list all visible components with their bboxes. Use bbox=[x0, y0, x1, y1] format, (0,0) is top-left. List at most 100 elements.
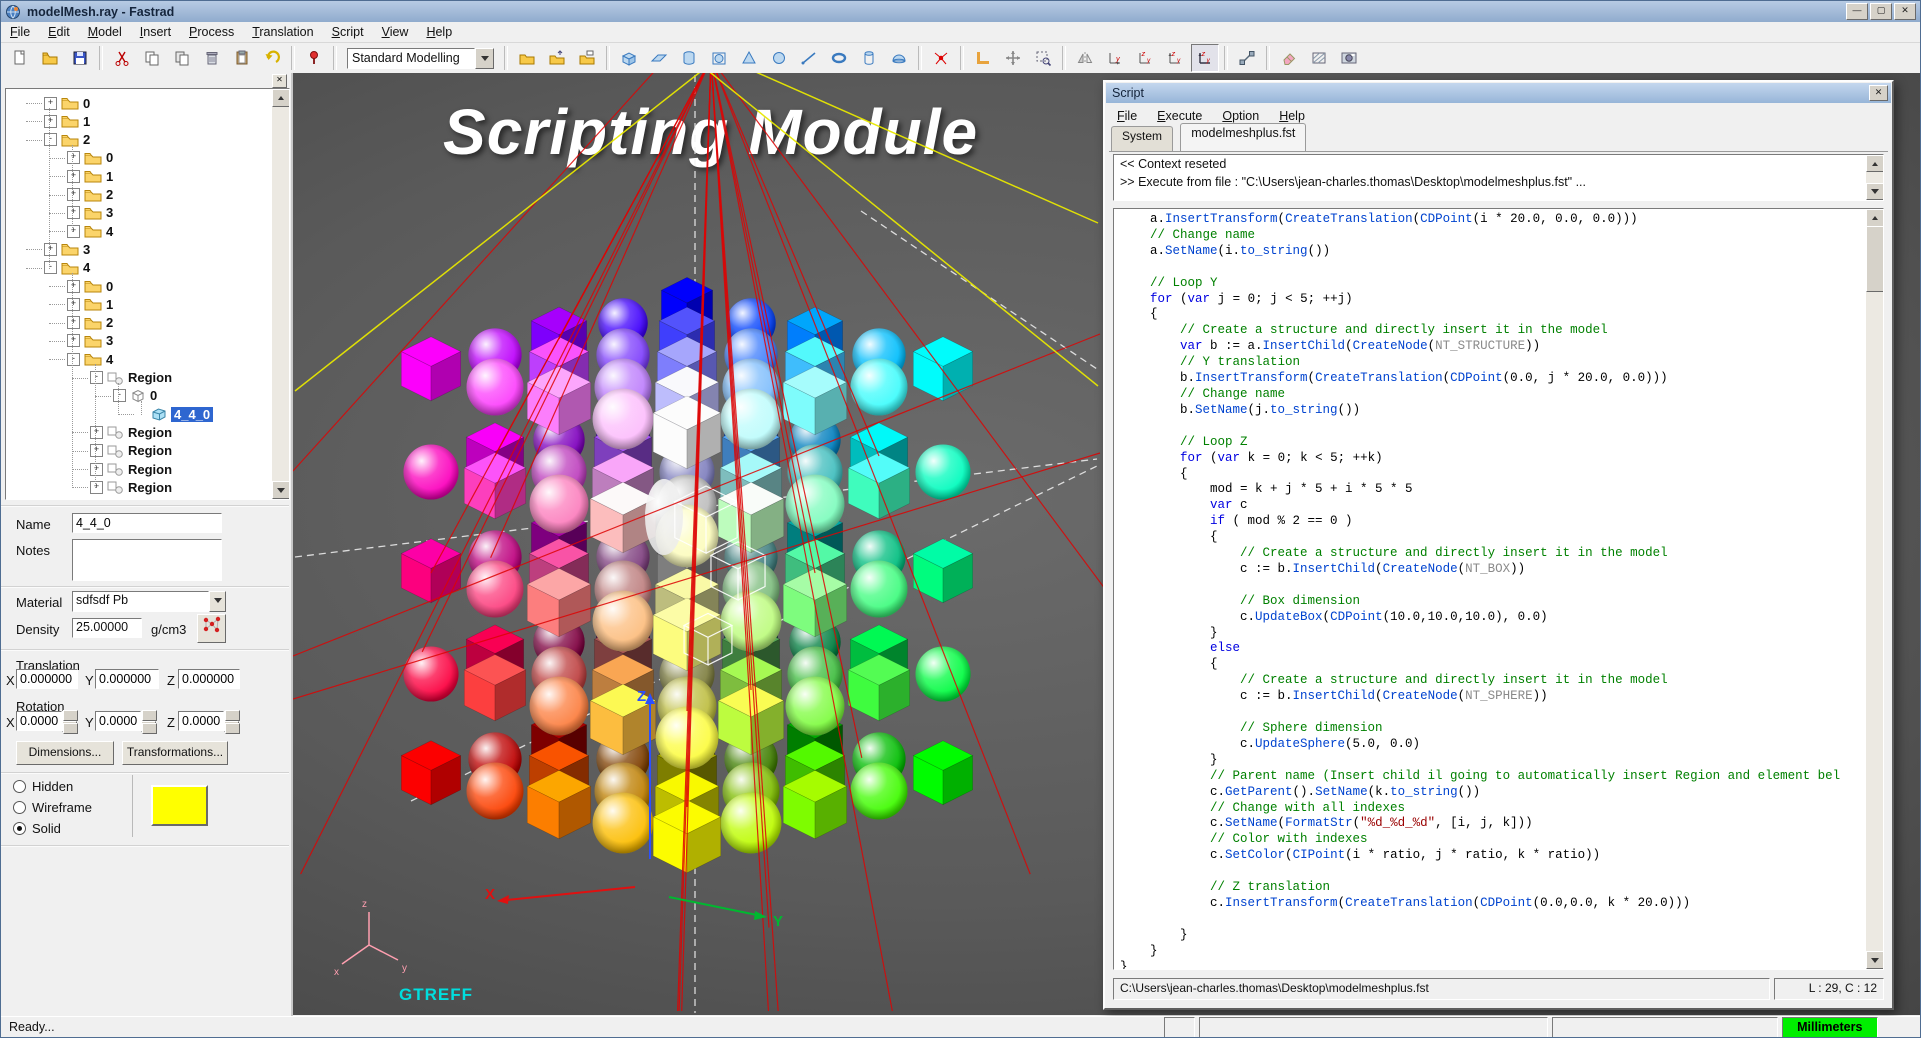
expand-icon[interactable]: + bbox=[44, 115, 57, 128]
menu-translation[interactable]: Translation bbox=[243, 23, 322, 41]
tree-item-1[interactable]: +1 bbox=[67, 167, 113, 185]
modelling-mode-select[interactable]: Standard Modelling bbox=[347, 48, 494, 69]
tree-item-0[interactable]: +0 bbox=[67, 277, 113, 295]
tree-item-4[interactable]: -4 bbox=[67, 350, 113, 368]
color-swatch-button[interactable] bbox=[151, 785, 208, 826]
scene-object[interactable] bbox=[403, 444, 458, 499]
name-input[interactable] bbox=[72, 513, 222, 533]
scatter-points-button[interactable] bbox=[927, 44, 955, 72]
eraser-button[interactable] bbox=[1275, 44, 1303, 72]
tree-item-3[interactable]: +3 bbox=[67, 204, 113, 222]
tree-item-region[interactable]: +Region bbox=[90, 423, 172, 441]
scene-object[interactable] bbox=[593, 591, 654, 652]
scene-object[interactable] bbox=[915, 444, 970, 499]
combo-dropdown-icon[interactable] bbox=[475, 48, 494, 69]
menu-edit[interactable]: Edit bbox=[39, 23, 79, 41]
tree-item-2[interactable]: +2 bbox=[67, 314, 113, 332]
move-tool-button[interactable] bbox=[999, 44, 1027, 72]
menu-view[interactable]: View bbox=[373, 23, 418, 41]
translation-y-input[interactable] bbox=[95, 669, 159, 689]
expand-icon[interactable]: + bbox=[67, 316, 80, 329]
rotation-y-input[interactable] bbox=[95, 711, 141, 731]
translation-z-input[interactable] bbox=[178, 669, 240, 689]
material-editor-button[interactable] bbox=[197, 614, 226, 643]
rotation-x-spinner[interactable] bbox=[62, 711, 76, 731]
rotation-y-spinner[interactable] bbox=[141, 711, 155, 731]
rotate-y-button[interactable]: y bbox=[1101, 44, 1129, 72]
close-button[interactable]: ✕ bbox=[1894, 3, 1916, 20]
translate-z-button[interactable]: zy bbox=[1161, 44, 1189, 72]
scene-object[interactable] bbox=[593, 793, 654, 854]
expand-icon[interactable]: + bbox=[90, 481, 103, 494]
copy-button[interactable] bbox=[138, 44, 166, 72]
shape-torus-button[interactable] bbox=[825, 44, 853, 72]
tree-item-2[interactable]: +2 bbox=[67, 186, 113, 204]
scene-object[interactable] bbox=[851, 763, 908, 820]
scene-object[interactable] bbox=[467, 763, 524, 820]
menu-help[interactable]: Help bbox=[417, 23, 461, 41]
menu-model[interactable]: Model bbox=[79, 23, 131, 41]
tree-item-region[interactable]: +Region bbox=[90, 460, 172, 478]
tree-item-0[interactable]: +0 bbox=[67, 149, 113, 167]
scroll-down-icon[interactable] bbox=[1866, 183, 1884, 200]
script-editor[interactable]: a.InsertTransform(CreateTranslation(CDPo… bbox=[1113, 208, 1884, 970]
link-measure-button[interactable] bbox=[1233, 44, 1261, 72]
expand-icon[interactable]: + bbox=[67, 206, 80, 219]
scene-object[interactable] bbox=[467, 561, 524, 618]
expand-icon[interactable]: + bbox=[67, 225, 80, 238]
shape-sphere-box-button[interactable] bbox=[705, 44, 733, 72]
mirror-button[interactable] bbox=[1071, 44, 1099, 72]
radio-wireframe[interactable]: Wireframe bbox=[13, 800, 92, 815]
expand-icon[interactable]: + bbox=[67, 334, 80, 347]
expand-icon[interactable]: + bbox=[67, 170, 80, 183]
scene-object[interactable] bbox=[530, 475, 589, 534]
tree-item-region[interactable]: +Region bbox=[90, 478, 172, 496]
script-menu-option[interactable]: Option bbox=[1212, 107, 1269, 125]
menu-script[interactable]: Script bbox=[323, 23, 373, 41]
expand-icon[interactable]: + bbox=[67, 280, 80, 293]
undo-button[interactable] bbox=[258, 44, 286, 72]
open-file-button[interactable] bbox=[36, 44, 64, 72]
material-select[interactable]: sdfsdf Pb bbox=[72, 591, 209, 612]
maximize-button[interactable]: ▢ bbox=[1870, 3, 1892, 20]
scene-object[interactable] bbox=[913, 539, 972, 603]
launch-process-button[interactable] bbox=[300, 44, 328, 72]
expand-icon[interactable]: + bbox=[67, 188, 80, 201]
radio-solid[interactable]: Solid bbox=[13, 821, 61, 836]
script-menu-execute[interactable]: Execute bbox=[1147, 107, 1212, 125]
expand-icon[interactable]: + bbox=[90, 463, 103, 476]
expand-icon[interactable]: + bbox=[44, 97, 57, 110]
rotation-z-spinner[interactable] bbox=[224, 711, 238, 731]
notes-input[interactable] bbox=[72, 539, 222, 581]
tree-item-3[interactable]: +3 bbox=[44, 240, 90, 258]
collapse-icon[interactable]: - bbox=[113, 389, 126, 402]
transformations-button[interactable]: Transformations... bbox=[122, 741, 228, 765]
scene-object[interactable] bbox=[721, 793, 782, 854]
collapse-icon[interactable]: - bbox=[44, 133, 57, 146]
collapse-icon[interactable]: - bbox=[67, 353, 80, 366]
menu-file[interactable]: File bbox=[1, 23, 39, 41]
console-scrollbar[interactable] bbox=[1866, 155, 1883, 200]
align-z-button[interactable]: zy bbox=[1191, 44, 1219, 72]
zoom-selection-button[interactable] bbox=[1029, 44, 1057, 72]
scene-object[interactable] bbox=[913, 337, 972, 401]
rotation-x-input[interactable] bbox=[16, 711, 62, 731]
shape-cone-button[interactable] bbox=[735, 44, 763, 72]
collapse-icon[interactable]: - bbox=[90, 371, 103, 384]
menu-insert[interactable]: Insert bbox=[131, 23, 180, 41]
tree-item-4[interactable]: +4 bbox=[67, 222, 113, 240]
tab-system[interactable]: System bbox=[1111, 126, 1173, 151]
folder-up-button[interactable] bbox=[543, 44, 571, 72]
expand-icon[interactable]: + bbox=[90, 426, 103, 439]
folder-view-button[interactable] bbox=[573, 44, 601, 72]
scene-object[interactable] bbox=[467, 359, 524, 416]
scene-object[interactable] bbox=[851, 359, 908, 416]
shape-plane-button[interactable] bbox=[645, 44, 673, 72]
tab-modelmeshplus-fst[interactable]: modelmeshplus.fst bbox=[1180, 123, 1306, 151]
scene-object[interactable] bbox=[593, 389, 654, 450]
script-title-bar[interactable]: Script ✕ bbox=[1106, 83, 1891, 103]
shape-cylinder-button[interactable] bbox=[675, 44, 703, 72]
shape-sphere-button[interactable] bbox=[765, 44, 793, 72]
folder-new-button[interactable] bbox=[513, 44, 541, 72]
tree-item-4[interactable]: -4 bbox=[44, 259, 90, 277]
